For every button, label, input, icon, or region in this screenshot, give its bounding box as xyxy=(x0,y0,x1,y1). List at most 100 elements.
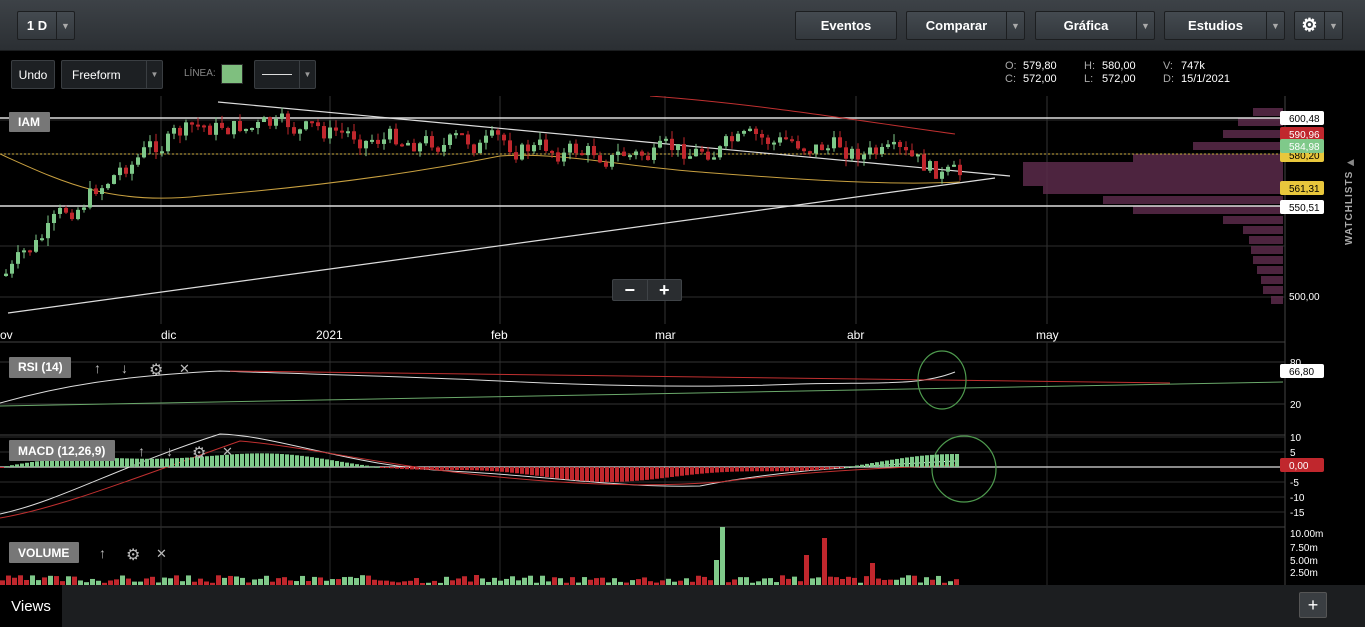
volume-profile-bar xyxy=(1223,130,1283,138)
volume-bar xyxy=(810,578,815,585)
line-style-dropdown[interactable]: ▼ xyxy=(254,60,316,89)
macd-histogram-bar xyxy=(870,463,874,467)
volume-axis-tick: 7.50m xyxy=(1290,543,1318,554)
chevron-left-icon: ◀ xyxy=(1347,157,1354,167)
add-view-button[interactable]: + xyxy=(1299,592,1327,618)
macd-histogram-bar xyxy=(215,455,219,467)
macd-histogram-bar xyxy=(140,458,144,467)
volume-bar xyxy=(234,576,239,585)
macd-histogram-bar xyxy=(430,467,434,470)
volume-bar xyxy=(762,578,767,585)
candle-body xyxy=(568,143,572,153)
candle-body xyxy=(70,212,74,220)
volume-bar xyxy=(6,575,11,585)
macd-histogram-bar xyxy=(510,467,514,473)
volume-bar xyxy=(612,578,617,585)
candle-body xyxy=(298,129,302,134)
interval-dropdown[interactable]: 1 D ▼ xyxy=(17,11,75,40)
macd-histogram-bar xyxy=(235,454,239,467)
macd-histogram-bar xyxy=(875,462,879,467)
eventos-button[interactable]: Eventos xyxy=(795,11,897,40)
macd-histogram-bar xyxy=(385,467,389,468)
macd-histogram-bar xyxy=(920,455,924,467)
candle-body xyxy=(820,144,824,151)
macd-histogram-bar xyxy=(520,467,524,474)
candle-body xyxy=(64,207,68,213)
volume-bar xyxy=(570,577,575,585)
candle-body xyxy=(784,137,788,140)
open-label: O: xyxy=(1005,60,1017,72)
candle-body xyxy=(604,162,608,167)
rsi-axis-bottom: 20 xyxy=(1290,400,1302,411)
grafica-dropdown[interactable]: Gráfica ▼ xyxy=(1035,11,1155,40)
rsi-trend-red xyxy=(229,370,1171,384)
volume-bar xyxy=(528,575,533,585)
volume-axis-tick: 10.00m xyxy=(1290,529,1323,540)
macd-histogram-bar xyxy=(460,467,464,471)
macd-histogram-bar xyxy=(440,467,444,470)
macd-histogram-bar xyxy=(740,467,744,472)
macd-histogram-bar xyxy=(565,467,569,480)
volume-bar xyxy=(444,576,449,585)
candle-body xyxy=(250,127,254,130)
candle-body xyxy=(580,153,584,156)
top-toolbar: 1 D ▼ Eventos Comparar ▼ Gráfica ▼ Estud… xyxy=(0,0,1365,51)
candle-body xyxy=(874,147,878,154)
candle-body xyxy=(952,164,956,167)
candle-body xyxy=(736,133,740,142)
macd-histogram-bar xyxy=(685,467,689,476)
settings-dropdown[interactable]: ⚙ ▼ xyxy=(1294,11,1343,40)
draw-mode-dropdown[interactable]: Freeform ▼ xyxy=(61,60,163,89)
estudios-dropdown[interactable]: Estudios ▼ xyxy=(1164,11,1285,40)
macd-histogram-bar xyxy=(330,460,334,467)
macd-histogram-bar xyxy=(825,467,829,470)
macd-histogram-bar xyxy=(435,467,439,470)
macd-histogram-bar xyxy=(610,467,614,482)
low-label: L: xyxy=(1084,73,1094,85)
low-value: 572,00 xyxy=(1102,73,1136,85)
line-color-swatch[interactable] xyxy=(221,64,243,84)
comparar-dropdown[interactable]: Comparar ▼ xyxy=(906,11,1025,40)
candle-body xyxy=(892,141,896,145)
volume-profile-bar xyxy=(1243,226,1283,234)
macd-histogram-bar xyxy=(370,466,374,468)
candle-body xyxy=(136,157,140,165)
macd-histogram-bar xyxy=(420,467,424,470)
volume-bar xyxy=(54,576,59,585)
line-color-label: LÍNEA: xyxy=(184,68,216,79)
volume-bar xyxy=(600,577,605,585)
macd-histogram-bar xyxy=(500,467,504,472)
candle-body xyxy=(88,188,92,208)
macd-histogram-bar xyxy=(335,461,339,467)
candle-body xyxy=(838,137,842,148)
candle-body xyxy=(34,240,38,252)
zoom-out-button[interactable]: − xyxy=(613,280,648,300)
macd-histogram-bar xyxy=(455,467,459,470)
chevron-down-icon: ▼ xyxy=(1324,12,1342,39)
macd-histogram-bar xyxy=(10,465,14,467)
candle-body xyxy=(130,164,134,174)
candle-body xyxy=(802,148,806,152)
volume-bar xyxy=(150,576,155,585)
macd-histogram-bar xyxy=(840,467,844,468)
volume-bar xyxy=(462,576,467,585)
macd-histogram-bar xyxy=(590,467,594,482)
views-button[interactable]: Views xyxy=(0,585,62,627)
candle-body xyxy=(292,127,296,134)
macd-histogram-bar xyxy=(820,467,824,470)
zoom-in-button[interactable]: + xyxy=(648,280,682,300)
macd-histogram-bar xyxy=(180,457,184,467)
macd-histogram-bar xyxy=(940,454,944,467)
candle-body xyxy=(490,130,494,136)
macd-histogram-bar xyxy=(480,467,484,471)
candle-body xyxy=(868,147,872,155)
interval-label: 1 D xyxy=(26,18,48,33)
volume-bar xyxy=(342,577,347,585)
candle-body xyxy=(610,154,614,167)
macd-histogram-bar xyxy=(860,464,864,467)
price-chart[interactable]: ov dic 2021 feb mar abr may600,48590,96580,205… xyxy=(0,96,1337,585)
macd-histogram-bar xyxy=(755,467,759,472)
undo-button[interactable]: Undo xyxy=(11,60,55,89)
candle-body xyxy=(106,183,110,189)
candle-body xyxy=(790,139,794,142)
